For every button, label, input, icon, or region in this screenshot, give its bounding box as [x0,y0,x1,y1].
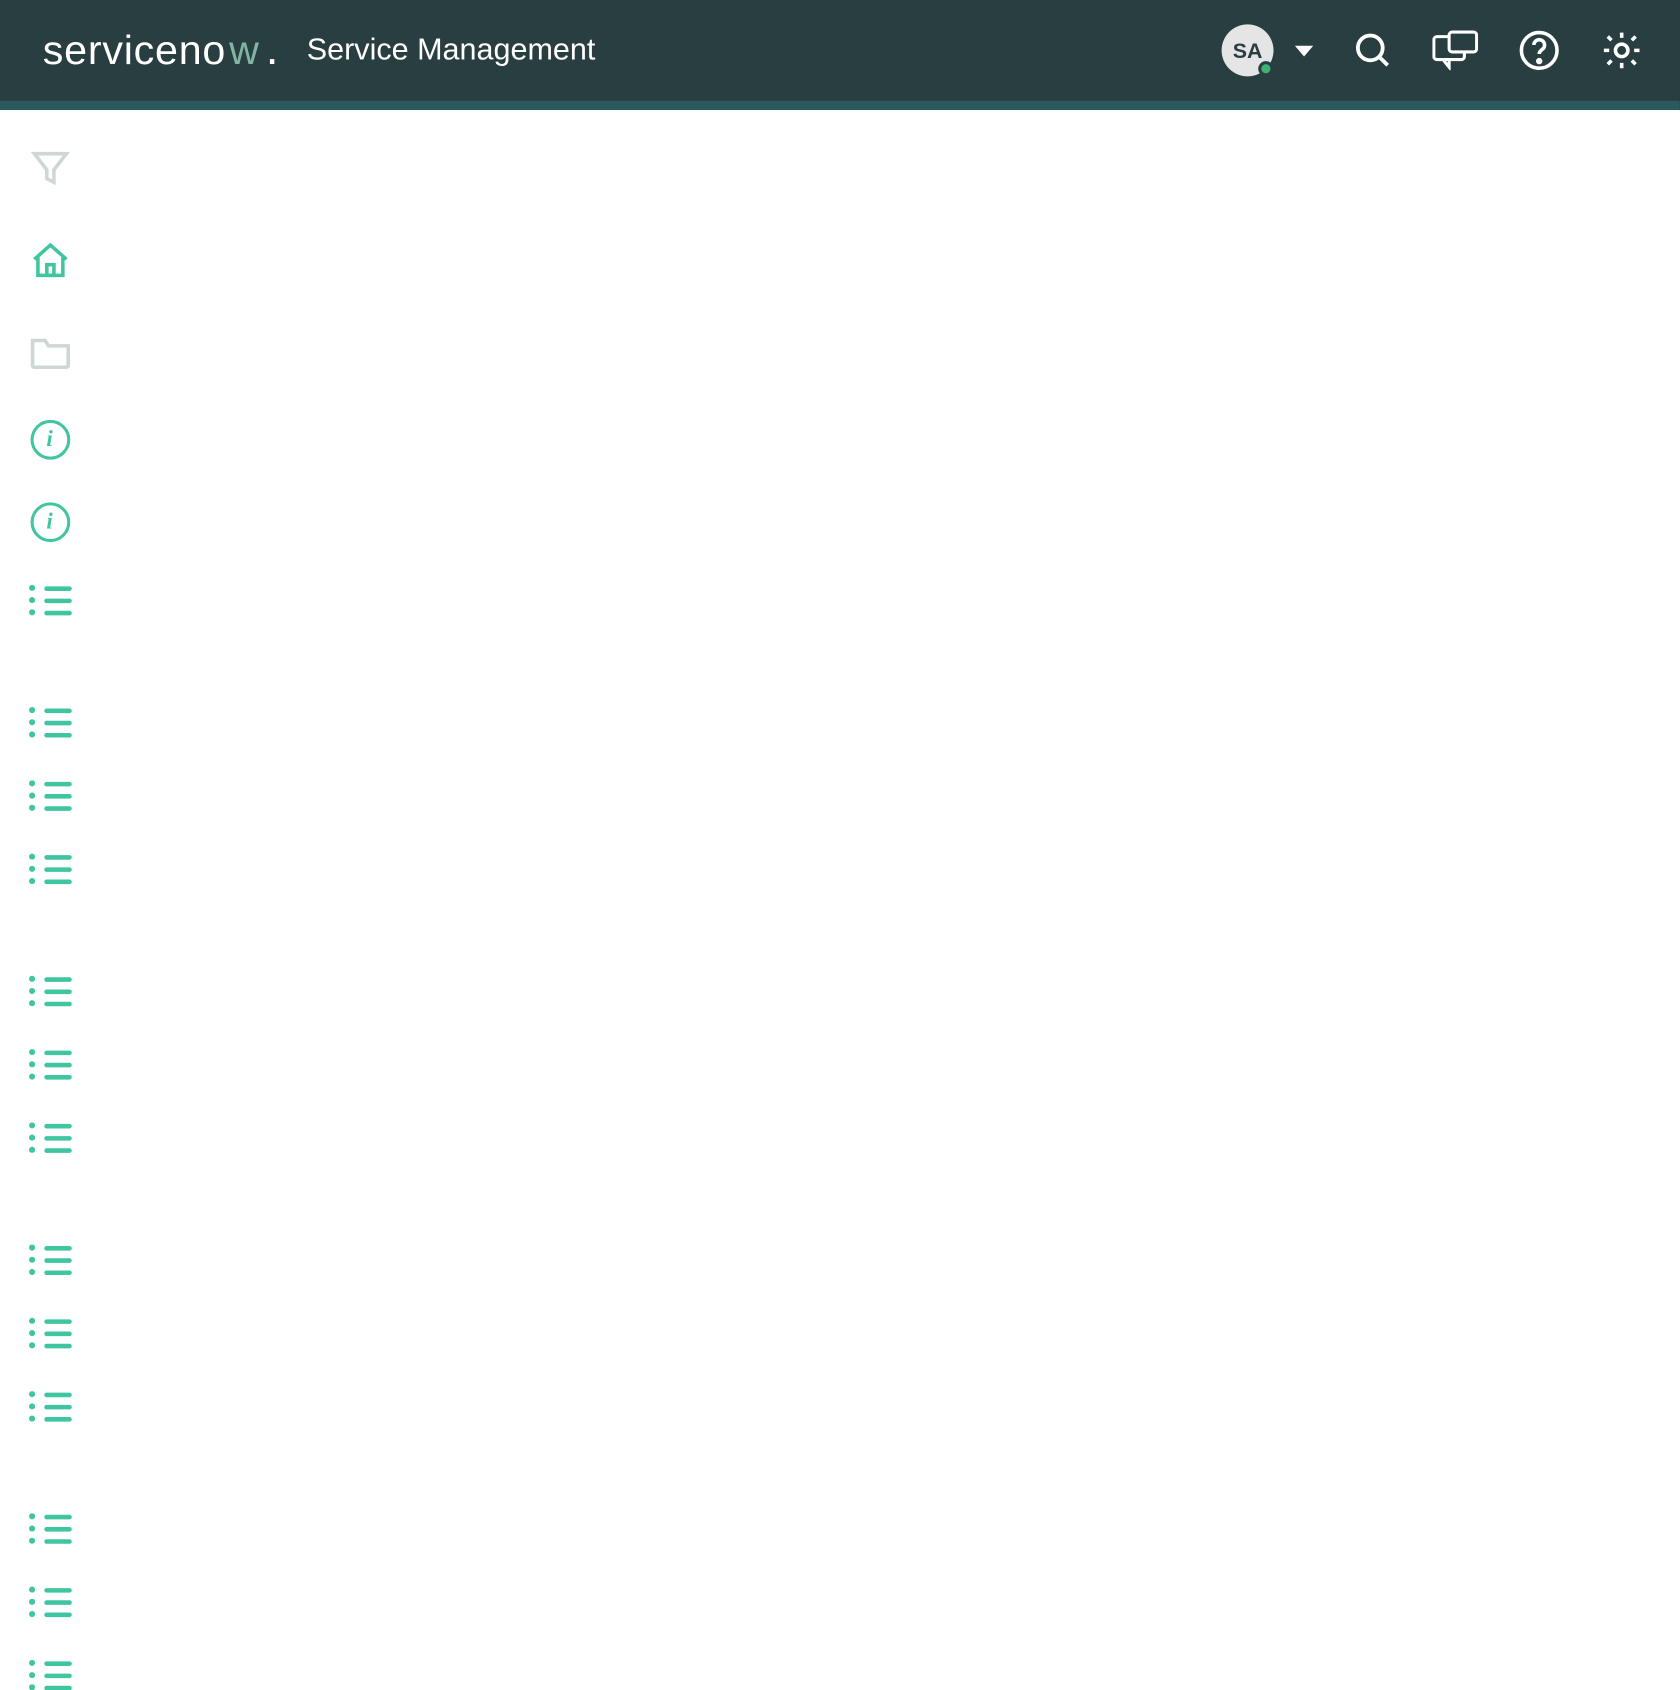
gear-icon[interactable] [1600,29,1643,72]
list-item-icon[interactable] [28,1049,71,1080]
user-menu[interactable]: SA [1222,24,1314,76]
list-item-icon[interactable] [28,1513,71,1544]
chevron-down-icon[interactable] [34,1458,65,1476]
chat-icon[interactable] [1432,31,1478,71]
top-actions: SA [1222,24,1643,76]
list-item-icon[interactable] [28,1391,71,1422]
info-icon[interactable]: i [30,502,70,542]
chevron-down-icon[interactable] [34,921,65,939]
brand-logo: servicenow. [43,24,280,76]
top-header: servicenow. Service Management SA [0,0,1680,101]
presence-indicator [1258,61,1273,76]
home-icon[interactable] [28,240,71,290]
search-icon[interactable] [1353,31,1393,71]
logo-text: serviceno [43,27,226,74]
list-item-icon[interactable] [28,1318,71,1349]
chevron-down-icon[interactable] [34,652,65,670]
accent-bar [0,101,1680,110]
brand-subtitle: Service Management [307,33,596,68]
list-item-icon[interactable] [28,1122,71,1153]
info-icon[interactable]: i [30,420,70,460]
chevron-down-icon [1295,45,1313,56]
list-item-icon[interactable] [28,585,71,616]
list-item-icon[interactable] [28,1660,71,1690]
list-item-icon[interactable] [28,1245,71,1276]
chevron-down-icon[interactable] [34,1190,65,1208]
list-item-icon[interactable] [28,1587,71,1618]
filter-icon[interactable] [28,147,71,197]
list-item-icon[interactable] [28,780,71,811]
logo-accent: w [229,27,260,74]
list-item-icon[interactable] [28,854,71,885]
list-item-icon[interactable] [28,976,71,1007]
avatar: SA [1222,24,1274,76]
list-item-icon[interactable] [28,707,71,738]
folder-icon[interactable] [28,333,71,377]
help-icon[interactable] [1518,29,1561,72]
